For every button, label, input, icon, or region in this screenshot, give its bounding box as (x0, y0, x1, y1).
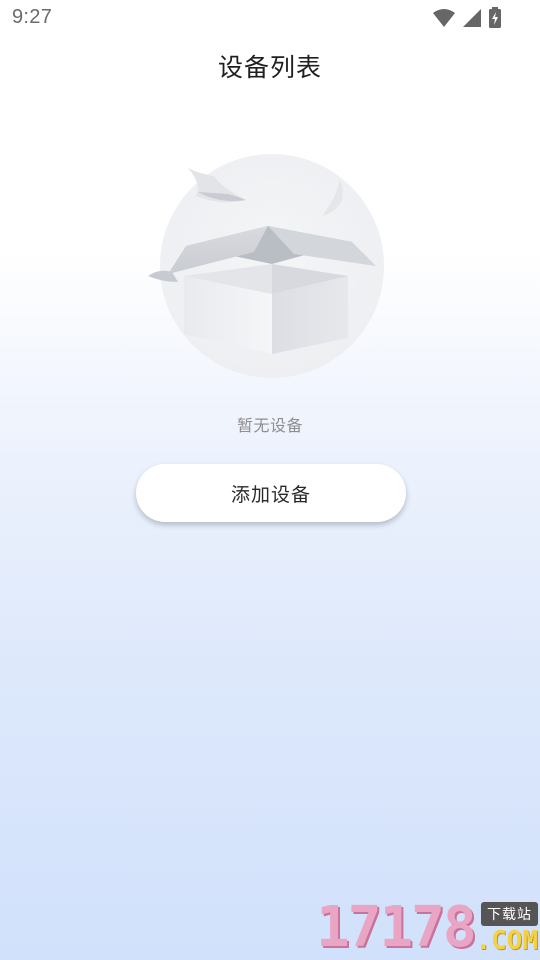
status-icons (432, 6, 502, 30)
wifi-icon (433, 9, 455, 27)
battery-charging-icon (489, 7, 501, 28)
status-time: 9:27 (12, 6, 53, 28)
add-device-button[interactable]: 添加设备 (136, 464, 406, 522)
watermark-domain: .COM (475, 926, 538, 956)
empty-box-icon (148, 154, 384, 378)
page-title: 设备列表 (217, 53, 322, 82)
signal-icon (463, 9, 481, 27)
watermark-badge: 下载站 (481, 902, 538, 926)
empty-message: 暂无设备 (236, 416, 303, 435)
watermark-logo: 17178 下载站 .COM (314, 896, 540, 960)
watermark-digits: 17178 (316, 895, 477, 960)
status-bar: 9:27 (0, 0, 540, 36)
